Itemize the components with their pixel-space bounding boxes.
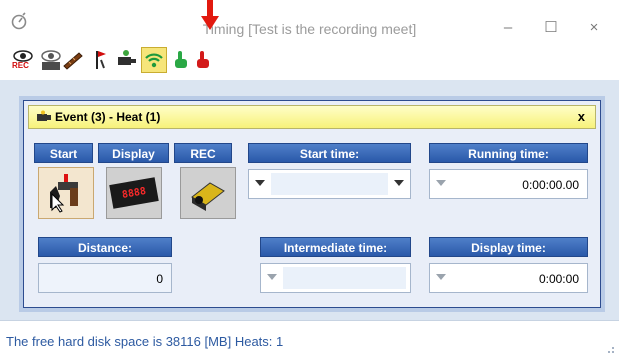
toolbar: REC bbox=[0, 40, 619, 80]
intermediate-time-value[interactable] bbox=[283, 267, 406, 289]
display-header: Display bbox=[98, 143, 169, 163]
display-time-value: 0:00:00 bbox=[538, 272, 579, 286]
running-time-field[interactable]: 0:00:00.00 bbox=[429, 169, 588, 199]
running-time-value: 0:00:00.00 bbox=[522, 178, 579, 192]
status-bar: The free hard disk space is 38116 [MB] H… bbox=[0, 320, 619, 358]
ruler-icon bbox=[63, 52, 83, 70]
eye-rec-button[interactable]: REC bbox=[10, 47, 36, 73]
maximize-button[interactable]: ☐ bbox=[541, 18, 561, 38]
running-time-arrow-icon[interactable] bbox=[436, 180, 446, 186]
start-time-value[interactable] bbox=[271, 173, 388, 195]
display-time-arrow-icon[interactable] bbox=[436, 274, 446, 280]
wifi-icon bbox=[145, 53, 163, 68]
ruler-button[interactable] bbox=[60, 47, 86, 73]
title-bar: Timing [Test is the recording meet] – ☐ … bbox=[0, 0, 619, 40]
flag-button[interactable] bbox=[88, 47, 114, 73]
wifi-button[interactable] bbox=[141, 47, 167, 73]
red-hand-button[interactable] bbox=[190, 47, 216, 73]
camera-hand-button[interactable] bbox=[114, 47, 140, 73]
camera-small-icon bbox=[35, 110, 53, 127]
scoreboard-digits: 8888 bbox=[121, 185, 147, 201]
video-camera-icon bbox=[191, 182, 225, 211]
start-time-dropdown-icon[interactable] bbox=[394, 180, 404, 186]
start-header: Start bbox=[34, 143, 93, 163]
intermediate-time-field[interactable] bbox=[260, 263, 411, 293]
mdi-work-area: Event (3) - Heat (1) x Start Display REC… bbox=[0, 80, 619, 320]
window-title: Timing [Test is the recording meet] bbox=[202, 21, 417, 37]
event-window: Event (3) - Heat (1) x Start Display REC… bbox=[23, 100, 601, 308]
starter-pistol-icon bbox=[50, 174, 78, 213]
flag-icon bbox=[96, 51, 106, 69]
running-time-header: Running time: bbox=[429, 143, 588, 163]
start-time-left-arrow-icon[interactable] bbox=[255, 180, 265, 186]
distance-header: Distance: bbox=[38, 237, 172, 257]
resize-grip-icon[interactable] bbox=[605, 344, 615, 354]
distance-field[interactable]: 0 bbox=[38, 263, 172, 293]
distance-value: 0 bbox=[156, 272, 163, 286]
rec-caption: REC bbox=[12, 61, 29, 70]
minimize-button[interactable]: – bbox=[498, 18, 518, 38]
red-arrow-annotation-icon bbox=[201, 0, 219, 30]
rec-camera-button[interactable] bbox=[180, 167, 236, 219]
display-time-field[interactable]: 0:00:00 bbox=[429, 263, 588, 293]
start-pistol-button[interactable] bbox=[38, 167, 94, 219]
event-window-close-button[interactable]: x bbox=[578, 109, 585, 124]
display-time-header: Display time: bbox=[429, 237, 588, 257]
display-button[interactable]: 8888 bbox=[106, 167, 162, 219]
status-text: The free hard disk space is 38116 [MB] H… bbox=[6, 334, 284, 349]
close-button[interactable]: × bbox=[584, 18, 604, 38]
event-window-title: Event (3) - Heat (1) bbox=[55, 110, 161, 124]
event-window-title-bar[interactable]: Event (3) - Heat (1) x bbox=[28, 105, 596, 129]
camera-hand-icon bbox=[118, 50, 136, 65]
scoreboard-icon: 8888 bbox=[109, 177, 159, 209]
intermediate-time-arrow-icon[interactable] bbox=[267, 274, 277, 280]
red-hand-icon bbox=[197, 51, 209, 68]
start-time-combobox[interactable] bbox=[248, 169, 411, 199]
rec-header: REC bbox=[174, 143, 232, 163]
intermediate-time-header: Intermediate time: bbox=[260, 237, 411, 257]
start-time-header: Start time: bbox=[248, 143, 411, 163]
